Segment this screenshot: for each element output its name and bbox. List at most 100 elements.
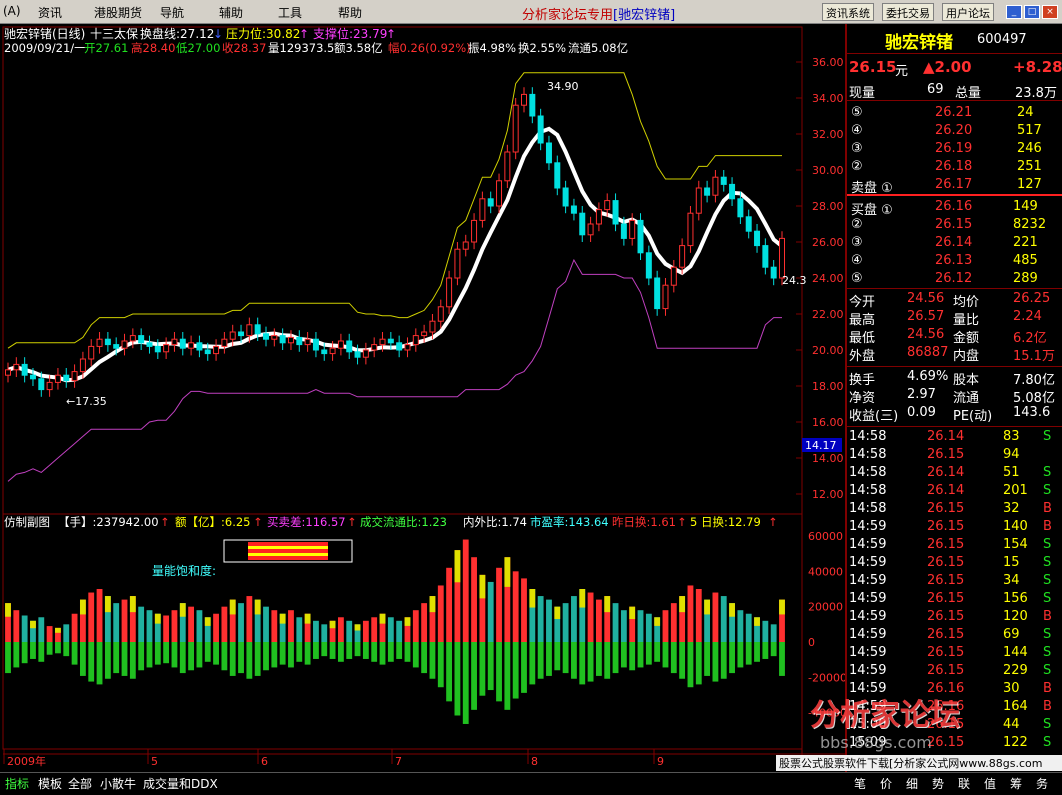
menu-item-nav[interactable]: 导航: [160, 4, 184, 21]
tick-row-cell: 26.15: [927, 735, 965, 750]
bid-row: ⑤ 26.12 289: [847, 270, 1062, 288]
tab-volume-ddx[interactable]: 成交量和DDX: [143, 775, 218, 792]
volume-bar: [88, 592, 95, 642]
candle-body: [604, 200, 611, 211]
volume-bar-top: [729, 603, 735, 617]
volume-bar: [446, 567, 453, 642]
negative-volume-bar: [238, 642, 244, 674]
ask-row-cell: ⑤: [851, 105, 863, 120]
stat2-row-cell: 2.97: [907, 387, 936, 402]
volume-bar-top: [379, 613, 386, 624]
support-label: 支撑位:23.79: [313, 26, 387, 41]
candle-body: [670, 266, 677, 286]
candle-body: [529, 93, 536, 117]
volume-bar: [38, 617, 45, 642]
candle-body: [146, 342, 153, 347]
arrow-down-icon: ↓: [213, 27, 223, 41]
forum-button[interactable]: 用户论坛: [942, 3, 994, 21]
high-annotation: 34.90: [547, 80, 579, 93]
candle-body: [595, 209, 602, 225]
ask-row: 卖盘 ① 26.17 127: [847, 176, 1062, 196]
price-chart-svg[interactable]: 36.00 34.00 32.00 30.00 28.00 26.00 24.00 22.00…: [0, 24, 847, 772]
candle-body: [21, 363, 28, 376]
chart-area[interactable]: 36.00 34.00 32.00 30.00 28.00 26.00 24.00 22.00…: [0, 24, 847, 772]
tick-row-cell: 154: [1003, 537, 1028, 552]
bid-row-cell: 8232: [1013, 217, 1047, 232]
candle-body: [587, 223, 594, 236]
tick-row-cell: 26.15: [927, 519, 965, 534]
volume-bar: [670, 603, 677, 642]
tick-row-cell: 122: [1003, 735, 1028, 750]
right-tab-4[interactable]: 联: [958, 775, 970, 792]
volume-bar: [712, 592, 719, 642]
window-title-main: 分析家论坛专用: [522, 8, 614, 23]
candle-body: [396, 342, 403, 351]
bid-row-cell: 26.16: [935, 199, 973, 214]
candle-body: [712, 176, 719, 196]
candle-body: [337, 340, 344, 349]
right-tab-3[interactable]: 势: [932, 775, 944, 792]
negative-volume-bar: [113, 642, 120, 674]
change-label: 幅0.26(0.92%): [388, 41, 471, 55]
ask-row-cell: 26.18: [935, 159, 973, 174]
tab-indicator[interactable]: 指标: [5, 775, 29, 792]
negative-volume-bar: [645, 642, 652, 665]
close-icon[interactable]: ×: [1042, 5, 1058, 19]
pressure-label: 压力位:30.82: [226, 26, 300, 41]
candle-body: [63, 374, 70, 382]
candle-body: [54, 374, 61, 383]
menu-item-news[interactable]: 资讯: [38, 4, 62, 21]
volume-bar: [695, 589, 702, 642]
candle-body: [296, 336, 303, 346]
tick-row-cell: 201: [1003, 483, 1028, 498]
y-axis-label: 36.00: [812, 56, 844, 69]
tab-all[interactable]: 全部: [68, 775, 92, 792]
right-tab-1[interactable]: 价: [880, 775, 892, 792]
menu-item-help[interactable]: 帮助: [338, 4, 362, 21]
y-axis-label: 16.00: [812, 416, 844, 429]
volume-bar-top: [329, 620, 336, 629]
negative-volume-bar: [529, 642, 536, 685]
maximize-icon[interactable]: □: [1024, 5, 1040, 19]
negative-volume-bar: [537, 642, 544, 679]
menu-item-hk[interactable]: 港股期货: [94, 4, 142, 21]
negative-volume-bar: [637, 642, 644, 668]
negative-volume-bar: [329, 642, 336, 659]
right-tab-5[interactable]: 值: [984, 775, 996, 792]
right-tab-2[interactable]: 细: [906, 775, 918, 792]
negative-volume-bar: [745, 642, 752, 665]
tick-row-cell: 83: [1003, 429, 1020, 444]
tick-row: 14:58 26.15 32 B: [847, 500, 1062, 518]
menu-item-aux[interactable]: 辅助: [219, 4, 243, 21]
candle-body: [562, 187, 569, 207]
tick-row-cell: 14:59: [849, 555, 887, 570]
stat2-row-cell: PE(动): [953, 409, 993, 424]
tab-xiaosanniu[interactable]: 小散牛: [100, 775, 136, 792]
candle-body: [770, 266, 777, 279]
negative-volume-bar: [396, 642, 403, 659]
tick-row-cell: S: [1043, 591, 1052, 606]
close-label: 收28.37: [222, 41, 266, 55]
x-axis-label: 5: [151, 755, 158, 768]
trade-button[interactable]: 委托交易: [882, 3, 934, 21]
right-tab-7[interactable]: 务: [1036, 775, 1048, 792]
negative-volume-bar: [229, 642, 236, 676]
current-price-tag: 14.17: [805, 439, 837, 452]
right-tab-6[interactable]: 筹: [1010, 775, 1022, 792]
candle-body: [662, 284, 669, 310]
tick-row-cell: 14:58: [849, 501, 887, 516]
menu-item-tools[interactable]: 工具: [278, 4, 302, 21]
tick-row-cell: 14:58: [849, 465, 887, 480]
volume-bar: [687, 585, 694, 642]
news-system-button[interactable]: 资讯系统: [822, 3, 874, 21]
candle-body: [496, 180, 503, 207]
negative-volume-bar: [46, 642, 53, 655]
volume-bar: [762, 620, 769, 642]
tab-template[interactable]: 模板: [38, 775, 62, 792]
negative-volume-bar: [204, 642, 211, 662]
right-tab-0[interactable]: 笔: [854, 775, 866, 792]
minimize-icon[interactable]: _: [1006, 5, 1022, 19]
candle-body: [687, 212, 694, 247]
window-title: 分析家论坛专用[驰宏锌锗]: [522, 4, 675, 23]
candle-body: [46, 381, 53, 391]
